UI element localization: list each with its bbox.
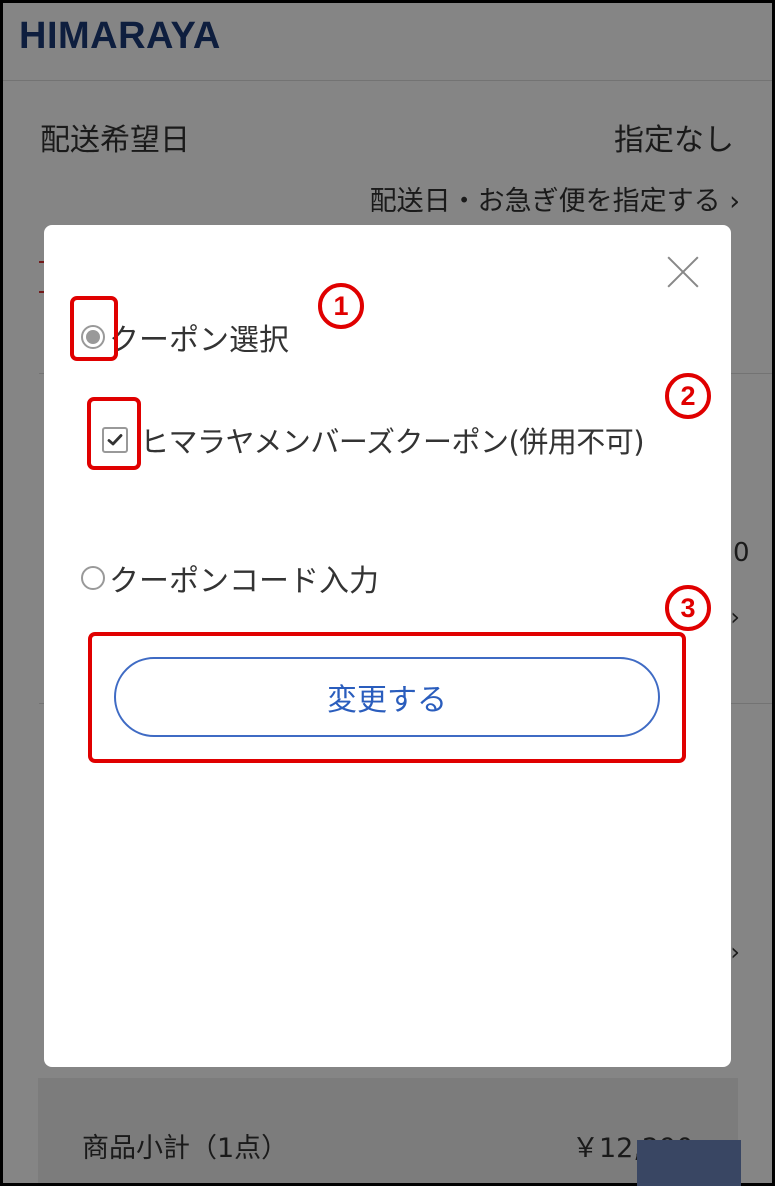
coupon-code-option[interactable]: クーポンコード入力: [81, 556, 379, 600]
annotation-number-1: 1: [318, 283, 364, 329]
highlight-box-1: [70, 296, 118, 361]
coupon-code-label: クーポンコード入力: [109, 564, 379, 599]
member-coupon-label: ヒマラヤメンバーズクーポン(併用不可): [140, 425, 645, 459]
member-coupon-option[interactable]: ヒマラヤメンバーズクーポン(併用不可): [102, 419, 645, 461]
coupon-code-radio[interactable]: [81, 566, 105, 590]
annotation-number-2: 2: [665, 373, 711, 419]
highlight-box-2: [87, 397, 141, 470]
highlight-box-3: [88, 632, 686, 763]
annotation-number-3: 3: [665, 585, 711, 631]
coupon-select-label: クーポン選択: [109, 323, 289, 358]
close-icon[interactable]: [664, 253, 702, 291]
